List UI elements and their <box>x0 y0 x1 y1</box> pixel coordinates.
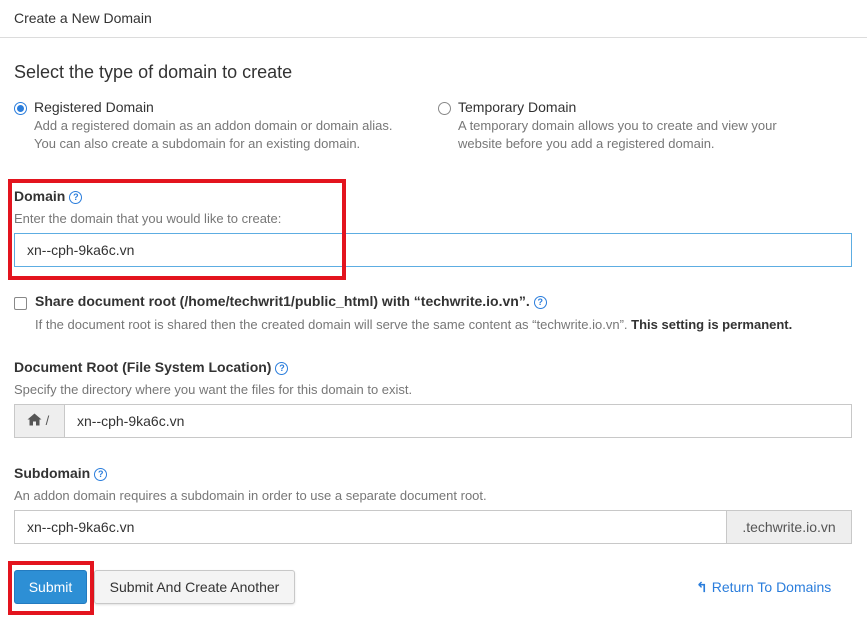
document-root-help: Specify the directory where you want the… <box>14 382 413 397</box>
document-root-input[interactable]: xn--cph-9ka6c.vn <box>64 404 852 438</box>
temporary-domain-label[interactable]: Temporary Domain <box>458 99 576 115</box>
temporary-domain-desc-1: A temporary domain allows you to create … <box>458 118 777 133</box>
page-title: Create a New Domain <box>14 10 152 26</box>
page-header: Create a New Domain <box>0 0 867 38</box>
document-root-label-text: Document Root (File System Location) <box>14 359 272 375</box>
domain-input[interactable]: xn--cph-9ka6c.vn <box>14 233 852 267</box>
share-root-label[interactable]: Share document root (/home/techwrit1/pub… <box>35 293 547 309</box>
question-circle-icon[interactable]: ? <box>69 191 83 204</box>
subdomain-label: Subdomain? <box>14 465 108 481</box>
registered-domain-desc-2: You can also create a subdomain for an e… <box>34 136 361 151</box>
registered-domain-desc-1: Add a registered domain as an addon doma… <box>34 118 393 133</box>
submit-button[interactable]: Submit <box>14 570 87 604</box>
domain-help: Enter the domain that you would like to … <box>14 211 282 226</box>
registered-domain-label[interactable]: Registered Domain <box>34 99 154 115</box>
share-root-desc-text: If the document root is shared then the … <box>35 317 628 332</box>
temporary-domain-desc-2: website before you add a registered doma… <box>458 136 715 151</box>
return-arrow-icon: ↰ <box>696 579 708 595</box>
return-to-domains-link[interactable]: ↰ Return To Domains <box>696 579 831 596</box>
subdomain-suffix: .techwrite.io.vn <box>726 510 852 544</box>
home-icon <box>27 413 42 426</box>
document-root-prefix: / <box>14 404 65 438</box>
share-root-checkbox[interactable] <box>14 297 27 310</box>
share-root-desc-strong: This setting is permanent. <box>631 317 793 332</box>
submit-and-create-another-button[interactable]: Submit And Create Another <box>94 570 295 604</box>
subdomain-label-text: Subdomain <box>14 465 91 481</box>
domain-label-text: Domain <box>14 188 66 204</box>
domain-label: Domain? <box>14 188 83 204</box>
return-to-domains-text[interactable]: Return To Domains <box>712 579 832 595</box>
document-root-label: Document Root (File System Location)? <box>14 359 289 375</box>
subdomain-input[interactable]: xn--cph-9ka6c.vn <box>14 510 727 544</box>
section-title: Select the type of domain to create <box>14 62 293 82</box>
subdomain-help: An addon domain requires a subdomain in … <box>14 488 487 503</box>
share-root-desc: If the document root is shared then the … <box>35 317 792 332</box>
registered-domain-radio[interactable] <box>14 102 27 115</box>
question-circle-icon[interactable]: ? <box>94 468 108 481</box>
question-circle-icon[interactable]: ? <box>275 362 289 375</box>
document-root-prefix-text: / <box>45 413 50 428</box>
question-circle-icon[interactable]: ? <box>533 296 547 309</box>
temporary-domain-radio[interactable] <box>438 102 451 115</box>
share-root-label-text[interactable]: Share document root (/home/techwrit1/pub… <box>35 293 530 309</box>
